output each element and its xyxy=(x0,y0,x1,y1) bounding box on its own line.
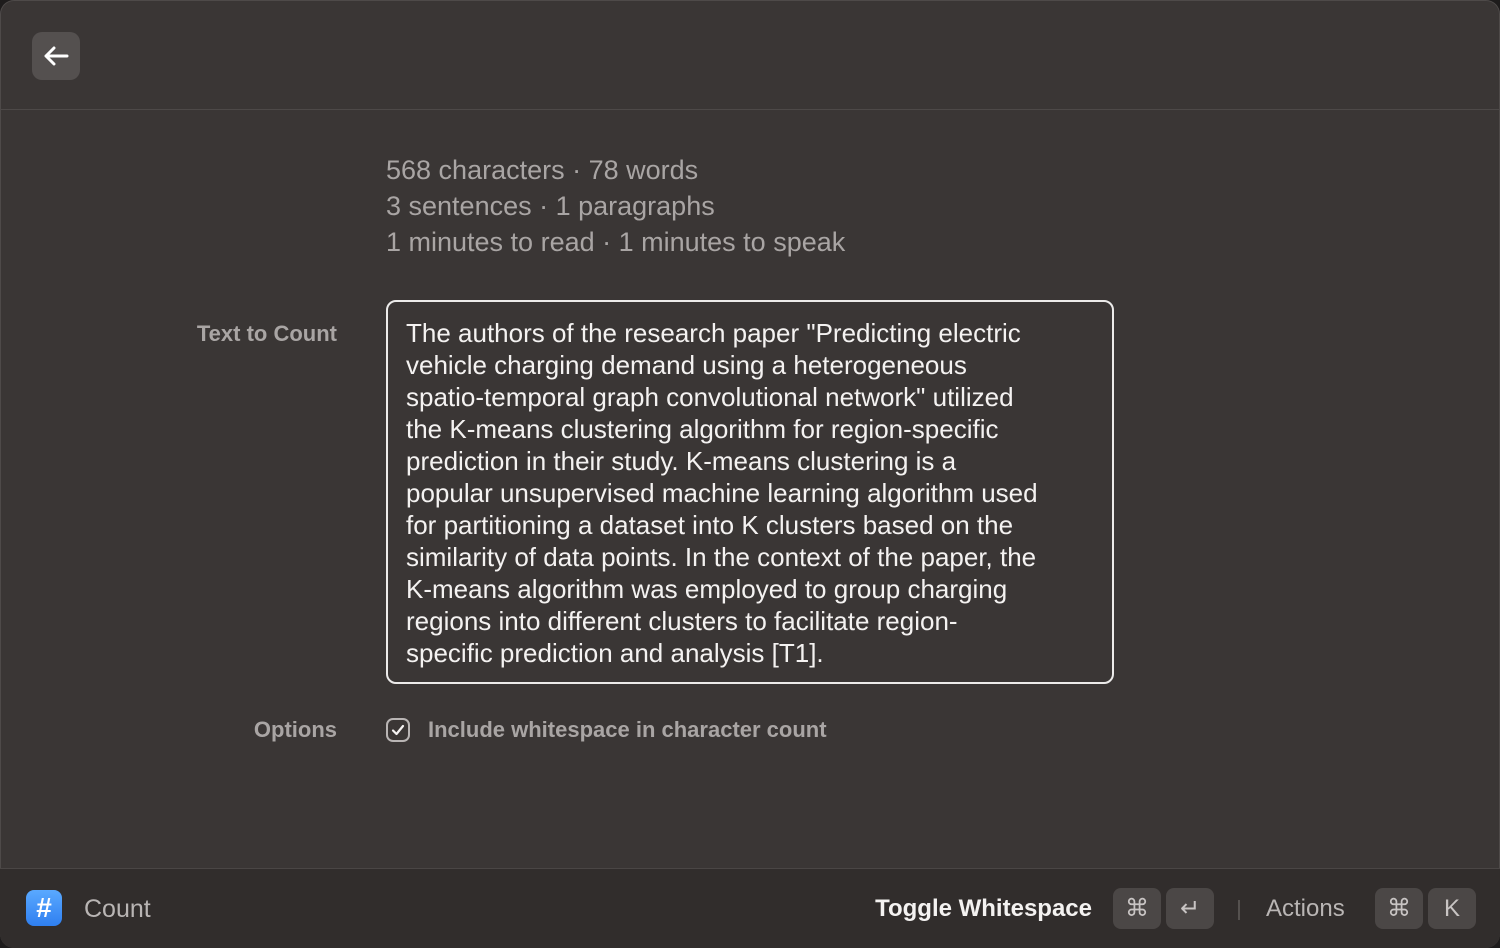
checkmark-icon xyxy=(391,724,405,736)
arrow-left-icon xyxy=(44,46,69,66)
include-whitespace-option[interactable]: Include whitespace in character count xyxy=(386,716,827,744)
text-to-count-input[interactable]: The authors of the research paper "Predi… xyxy=(386,300,1114,684)
text-to-count-label: Text to Count xyxy=(196,321,337,346)
toggle-whitespace-button[interactable]: Toggle Whitespace xyxy=(875,893,1092,925)
statistics-summary: 568 characters · 78 words 3 sentences · … xyxy=(386,152,845,260)
include-whitespace-checkbox[interactable] xyxy=(386,718,410,742)
return-key-icon: ↵ xyxy=(1166,888,1214,929)
include-whitespace-label: Include whitespace in character count xyxy=(428,717,827,742)
top-bar xyxy=(0,0,1500,110)
count-window: 568 characters · 78 words 3 sentences · … xyxy=(0,0,1500,948)
stat-sentences-paragraphs: 3 sentences · 1 paragraphs xyxy=(386,191,715,221)
k-key-icon: K xyxy=(1428,888,1476,929)
action-bar: # Count Toggle Whitespace ⌘ ↵ Actions ⌘ … xyxy=(0,868,1500,948)
stat-characters-words: 568 characters · 78 words xyxy=(386,155,699,185)
back-button[interactable] xyxy=(32,32,80,80)
command-key-icon: ⌘ xyxy=(1113,888,1161,929)
command-key-icon: ⌘ xyxy=(1375,888,1423,929)
app-name: Count xyxy=(84,895,151,923)
stat-read-speak-time: 1 minutes to read · 1 minutes to speak xyxy=(386,227,846,257)
hash-icon: # xyxy=(26,890,62,926)
footer-divider xyxy=(1238,900,1240,920)
options-label: Options xyxy=(253,717,337,742)
actions-button[interactable]: Actions xyxy=(1266,893,1345,925)
